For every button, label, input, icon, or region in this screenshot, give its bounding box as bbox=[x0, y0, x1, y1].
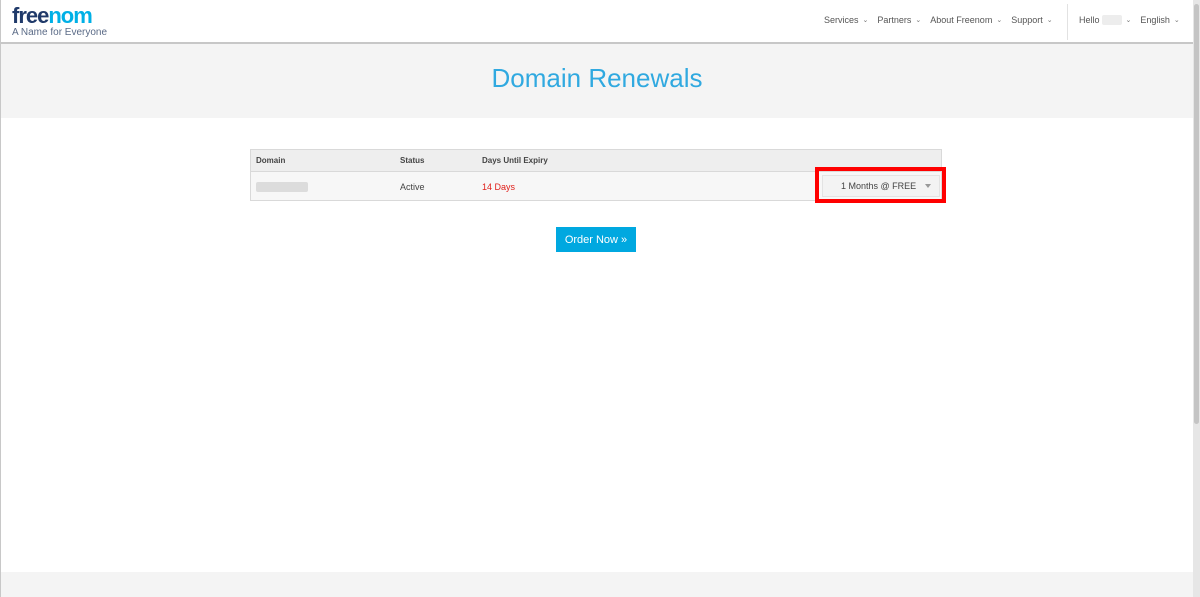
tagline: A Name for Everyone bbox=[12, 27, 108, 38]
nav-services-label: Services bbox=[824, 15, 859, 25]
browser-window: freenom A Name for Everyone Services ⌄ Pa… bbox=[0, 0, 1193, 597]
order-now-button[interactable]: Order Now » bbox=[556, 227, 636, 252]
nav-partners[interactable]: Partners ⌄ bbox=[877, 15, 921, 25]
nav-partners-label: Partners bbox=[877, 15, 912, 25]
footer-band bbox=[1, 572, 1193, 597]
nav-support-label: Support bbox=[1011, 15, 1043, 25]
account-nav: Hello ⌄ English ⌄ bbox=[1079, 15, 1189, 25]
site-header: freenom A Name for Everyone Services ⌄ Pa… bbox=[1, 0, 1193, 44]
nav-language[interactable]: English ⌄ bbox=[1140, 15, 1179, 25]
row-status: Active bbox=[400, 182, 425, 192]
chevron-down-icon: ⌄ bbox=[862, 17, 869, 24]
title-band: Domain Renewals bbox=[1, 44, 1193, 118]
chevron-down-icon: ⌄ bbox=[996, 17, 1003, 24]
main-nav: Services ⌄ Partners ⌄ About Freenom ⌄ Suppo… bbox=[824, 15, 1062, 25]
freenom-logo[interactable]: freenom bbox=[12, 3, 93, 28]
header-days-until-expiry: Days Until Expiry bbox=[482, 156, 548, 165]
highlight-box bbox=[815, 167, 946, 203]
chevron-down-icon: ⌄ bbox=[1173, 17, 1180, 24]
nav-services[interactable]: Services ⌄ bbox=[824, 15, 868, 25]
hello-label: Hello bbox=[1079, 15, 1100, 25]
nav-about[interactable]: About Freenom ⌄ bbox=[930, 15, 1002, 25]
chevron-down-icon: ⌄ bbox=[915, 17, 922, 24]
scrollbar-thumb[interactable] bbox=[1194, 4, 1199, 424]
chevron-down-icon: ⌄ bbox=[1046, 17, 1053, 24]
header-domain: Domain bbox=[256, 156, 286, 165]
domain-name-redacted bbox=[256, 182, 308, 192]
chevron-down-icon: ⌄ bbox=[1125, 17, 1132, 24]
nav-support[interactable]: Support ⌄ bbox=[1011, 15, 1052, 25]
nav-divider bbox=[1067, 4, 1068, 40]
nav-about-label: About Freenom bbox=[930, 15, 993, 25]
row-days-until-expiry: 14 Days bbox=[482, 182, 516, 192]
nav-hello-user[interactable]: Hello ⌄ bbox=[1079, 15, 1131, 25]
logo-free-text: free bbox=[12, 3, 49, 28]
page-title: Domain Renewals bbox=[491, 63, 703, 93]
language-label: English bbox=[1140, 15, 1170, 25]
header-status: Status bbox=[400, 156, 425, 165]
logo-nom-text: nom bbox=[48, 3, 92, 28]
username-redacted bbox=[1101, 15, 1122, 25]
